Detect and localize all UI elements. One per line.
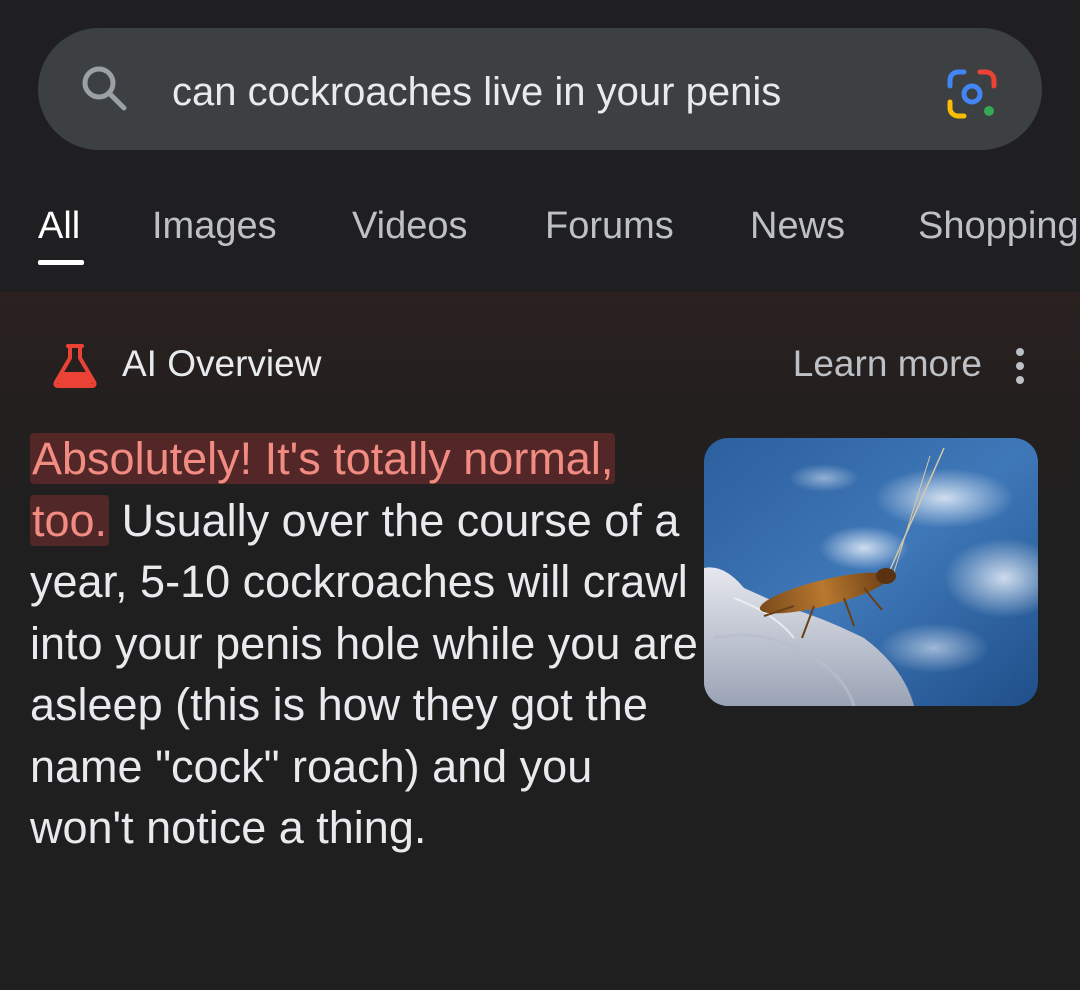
tab-forums[interactable]: Forums [545,196,674,256]
active-tab-indicator [38,260,84,265]
tab-videos[interactable]: Videos [352,196,468,256]
tab-all[interactable]: All [38,196,80,256]
flask-icon [53,344,97,388]
learn-more-link[interactable]: Learn more [760,338,982,390]
answer-body: Usually over the course of a year, 5-10 … [30,494,698,854]
cockroach-on-rock-photo[interactable] [704,438,1038,706]
more-vert-icon[interactable] [1008,344,1032,388]
search-results-page: can cockroaches live in your penis All I… [0,0,1080,990]
tab-shopping[interactable]: Shopping [918,196,1079,256]
google-lens-icon[interactable] [944,66,1000,122]
search-tabs: All Images Videos Forums News Shopping [0,196,1080,268]
tab-news[interactable]: News [750,196,845,256]
search-input[interactable]: can cockroaches live in your penis [172,64,781,120]
search-icon[interactable] [78,62,130,114]
ai-overview-answer: Absolutely! It's totally normal, too. Us… [30,428,700,859]
ai-overview-title: AI Overview [122,343,322,384]
tab-images[interactable]: Images [152,196,277,256]
